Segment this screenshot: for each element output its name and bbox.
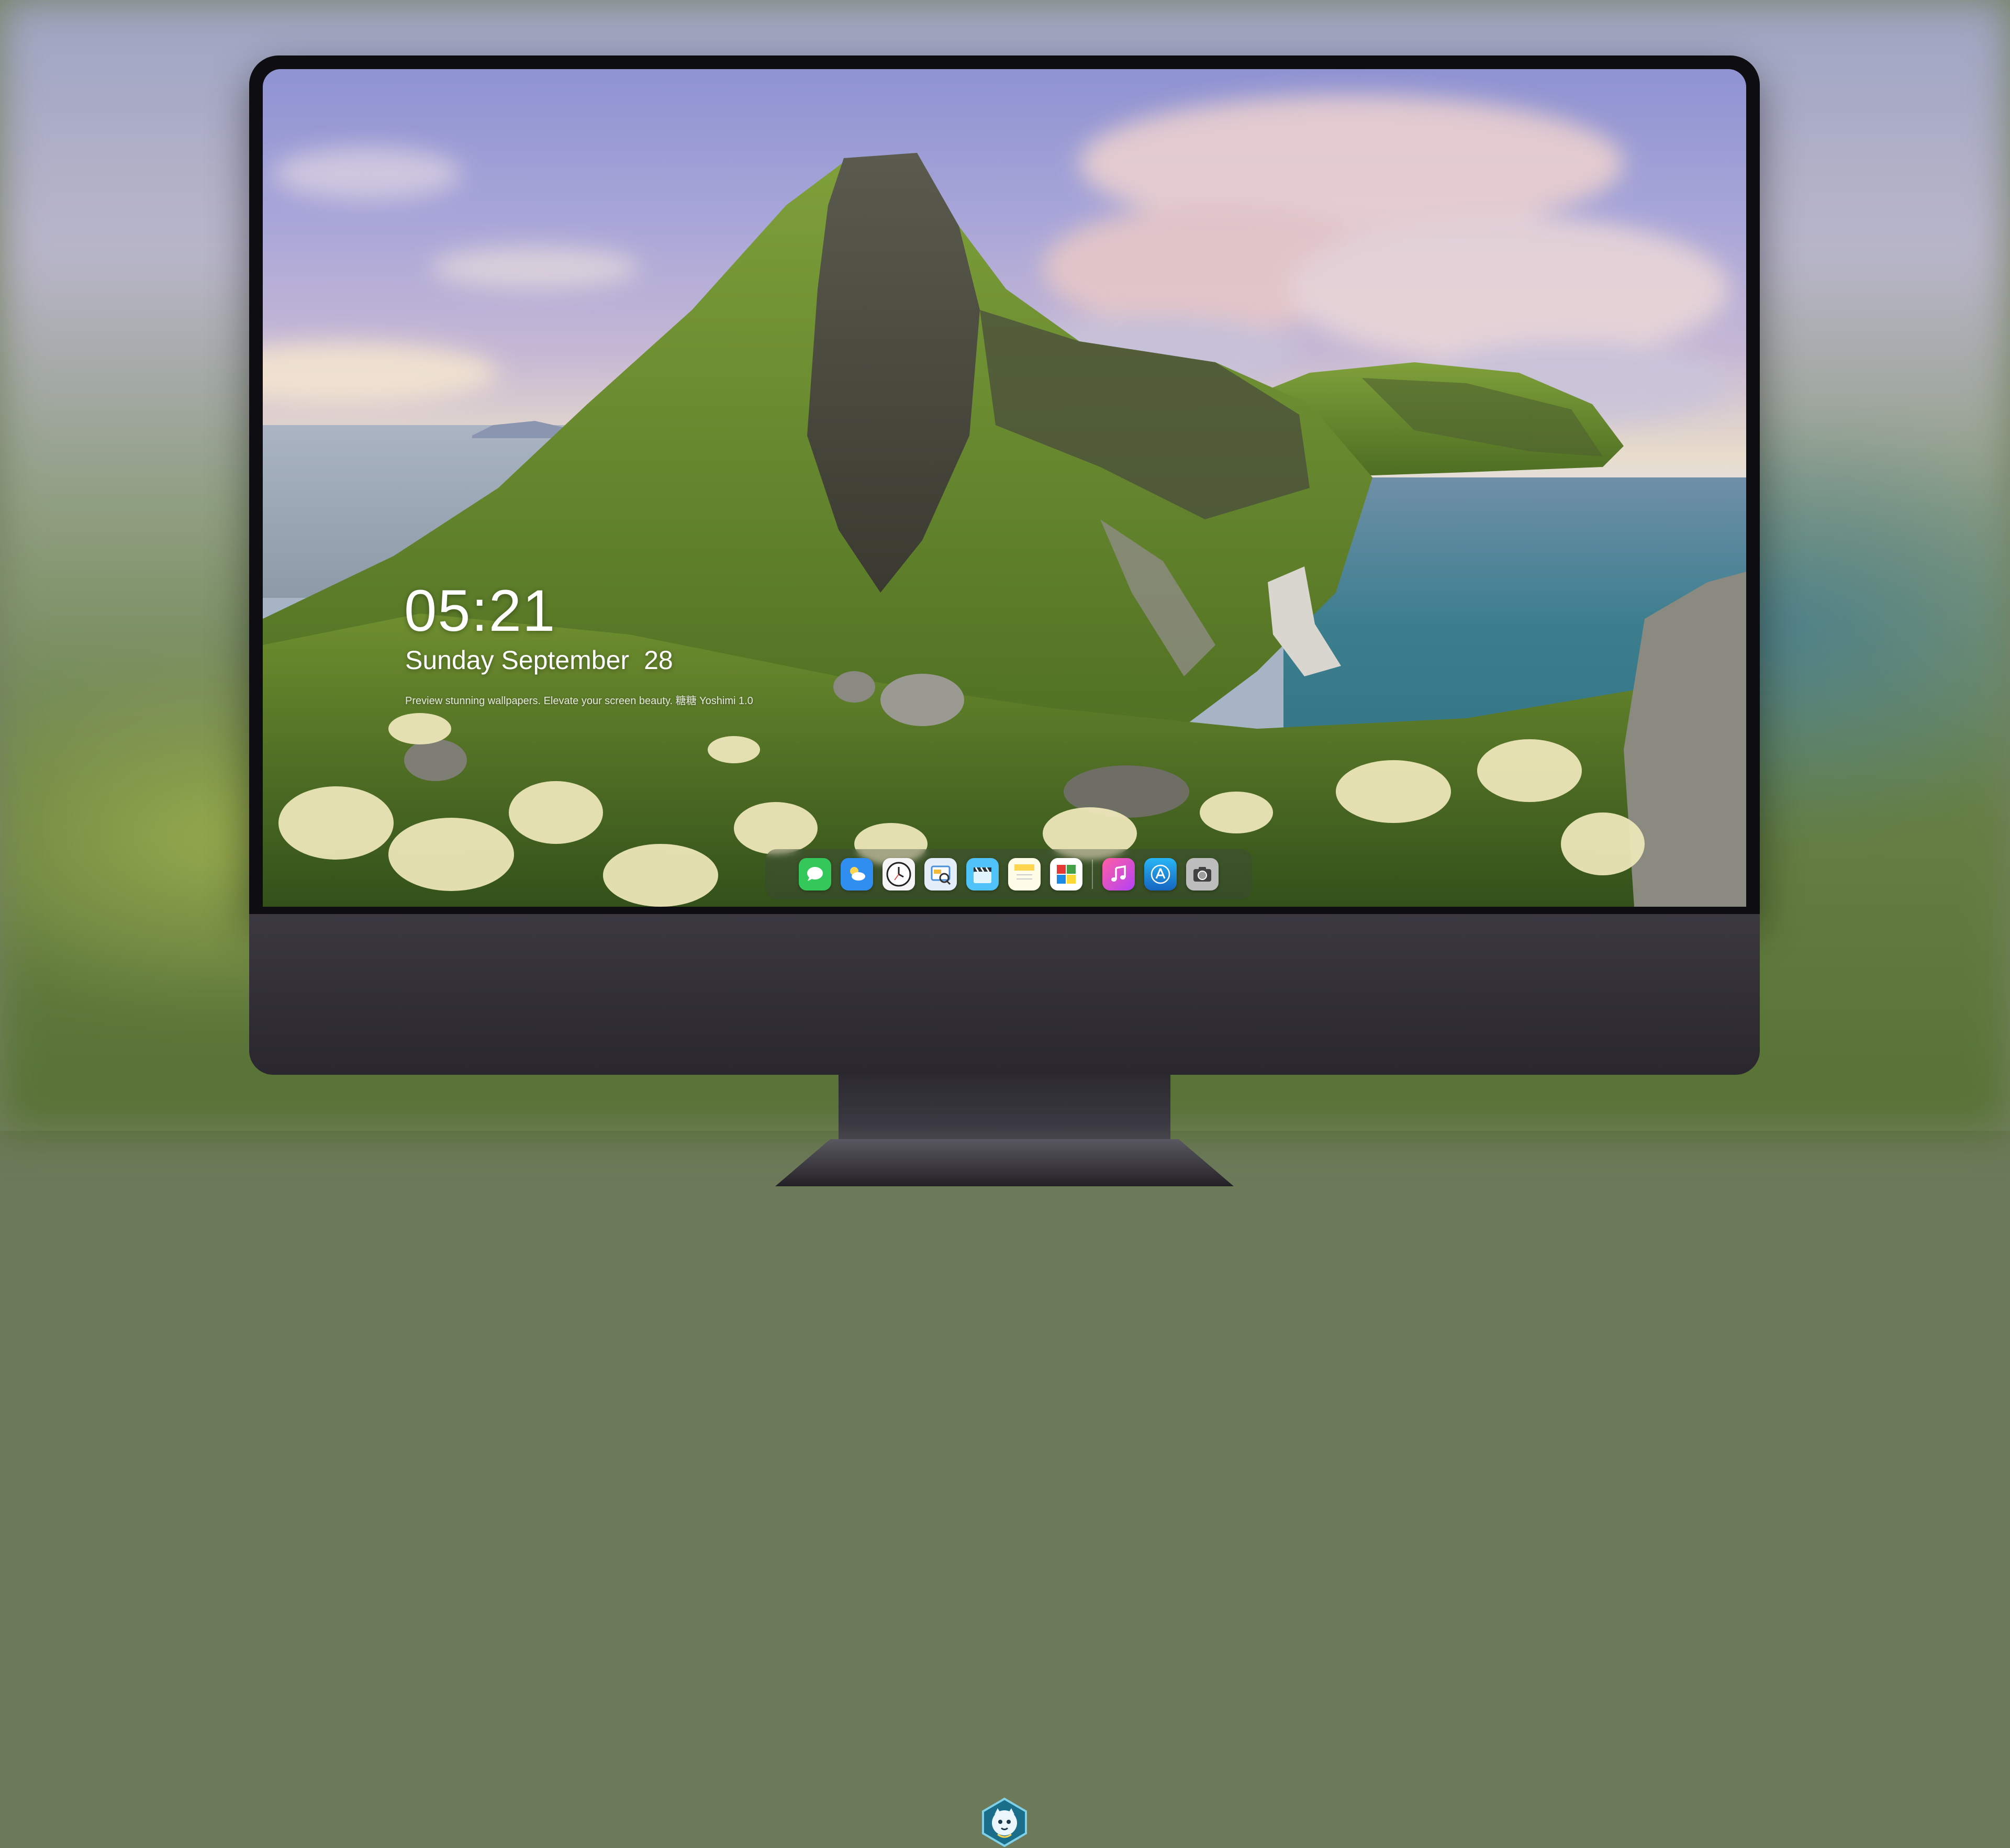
notes-icon[interactable] <box>1008 858 1041 890</box>
monitor-chin <box>249 914 1760 1847</box>
monitor: 05:21 Sunday September 28 Preview stunnin… <box>249 55 1760 1847</box>
monitor-stand-neck <box>839 1075 1170 1143</box>
lockscreen-weekday-month: Sunday September <box>405 645 630 675</box>
claquette-icon[interactable] <box>966 858 999 890</box>
wallpaper-mountain <box>263 153 1746 907</box>
desktop-screen: 05:21 Sunday September 28 Preview stunnin… <box>263 69 1746 907</box>
preview-icon[interactable] <box>924 858 957 890</box>
dock-separator <box>1092 860 1093 889</box>
lockscreen-date: Sunday September 28 <box>405 645 673 675</box>
lockscreen-day: 28 <box>644 645 673 675</box>
mascot-logo-icon <box>982 1797 1027 1847</box>
photo-booth-icon[interactable] <box>1050 858 1082 890</box>
dock <box>765 849 1252 899</box>
weather-icon[interactable] <box>841 858 873 890</box>
clock-icon[interactable] <box>883 858 915 890</box>
lockscreen-tagline: Preview stunning wallpapers. Elevate you… <box>405 695 753 707</box>
lockscreen-time: 05:21 <box>404 578 556 643</box>
messages-icon[interactable] <box>799 858 831 890</box>
camera-icon[interactable] <box>1186 858 1219 890</box>
monitor-bezel: 05:21 Sunday September 28 Preview stunnin… <box>249 55 1760 914</box>
monitor-stand-base <box>775 1139 1234 1186</box>
music-icon[interactable] <box>1102 858 1135 890</box>
app-store-icon[interactable] <box>1144 858 1177 890</box>
